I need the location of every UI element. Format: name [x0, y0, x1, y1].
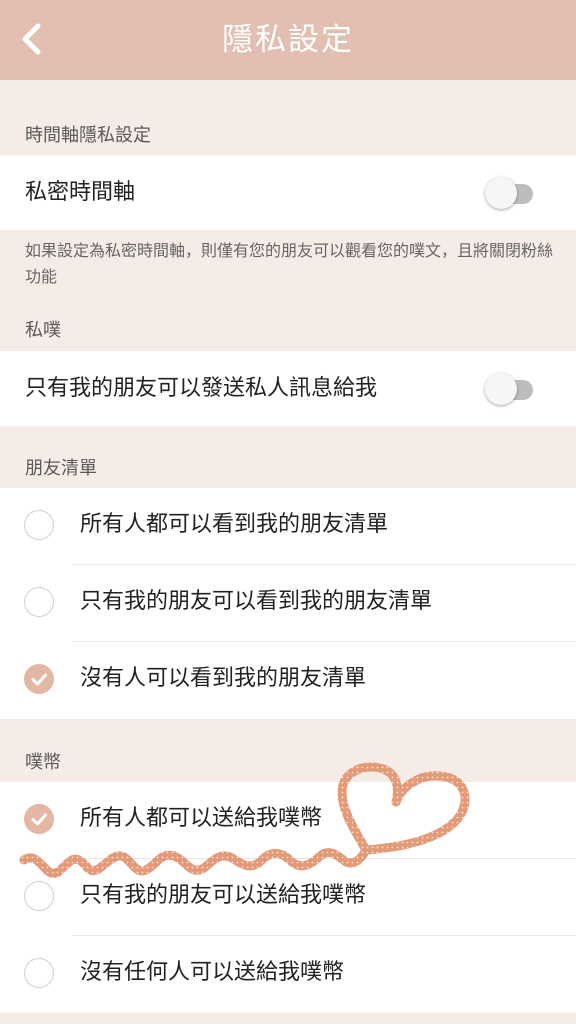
radio-unchecked-icon: [24, 587, 54, 617]
friend-list-option-friends[interactable]: 只有我的朋友可以看到我的朋友清單: [0, 565, 576, 642]
private-timeline-row: 私密時間軸: [0, 155, 576, 230]
nav-header: 隱私設定: [0, 0, 576, 80]
checkmark-icon: [24, 804, 54, 834]
coins-option-nobody[interactable]: 沒有任何人可以送給我噗幣: [0, 936, 576, 1013]
section-label-friend-list: 朋友清單: [25, 458, 97, 479]
option-label: 沒有人可以看到我的朋友清單: [80, 666, 367, 691]
radio-unchecked-icon: [24, 881, 54, 911]
section-label-coins: 噗幣: [25, 752, 61, 773]
option-label: 只有我的朋友可以看到我的朋友清單: [80, 589, 433, 614]
option-label: 只有我的朋友可以送給我噗幣: [80, 883, 367, 908]
friends-only-message-toggle[interactable]: [485, 373, 535, 405]
toggle-knob: [485, 177, 517, 209]
page-title: 隱私設定: [222, 22, 354, 58]
radio-unchecked-icon: [24, 510, 54, 540]
section-label-private-plurk: 私噗: [25, 320, 61, 341]
private-timeline-toggle[interactable]: [485, 177, 535, 209]
option-label: 所有人都可以送給我噗幣: [80, 806, 323, 831]
friends-only-message-label: 只有我的朋友可以發送私人訊息給我: [25, 376, 378, 401]
coins-option-everyone[interactable]: 所有人都可以送給我噗幣: [0, 782, 576, 859]
friend-list-option-nobody[interactable]: 沒有人可以看到我的朋友清單: [0, 642, 576, 719]
friend-list-option-everyone[interactable]: 所有人都可以看到我的朋友清單: [0, 488, 576, 565]
checkmark-icon: [24, 664, 54, 694]
option-label: 沒有任何人可以送給我噗幣: [80, 960, 345, 985]
private-timeline-note: 如果設定為私密時間軸，則僅有您的朋友可以觀看您的噗文，且將關閉粉絲功能: [25, 241, 554, 286]
section-label-timeline: 時間軸隱私設定: [25, 125, 151, 146]
toggle-knob: [485, 373, 517, 405]
private-timeline-label: 私密時間軸: [25, 180, 136, 205]
friends-only-message-row: 只有我的朋友可以發送私人訊息給我: [0, 351, 576, 426]
option-label: 所有人都可以看到我的朋友清單: [80, 512, 389, 537]
coins-option-friends[interactable]: 只有我的朋友可以送給我噗幣: [0, 859, 576, 936]
radio-unchecked-icon: [24, 958, 54, 988]
